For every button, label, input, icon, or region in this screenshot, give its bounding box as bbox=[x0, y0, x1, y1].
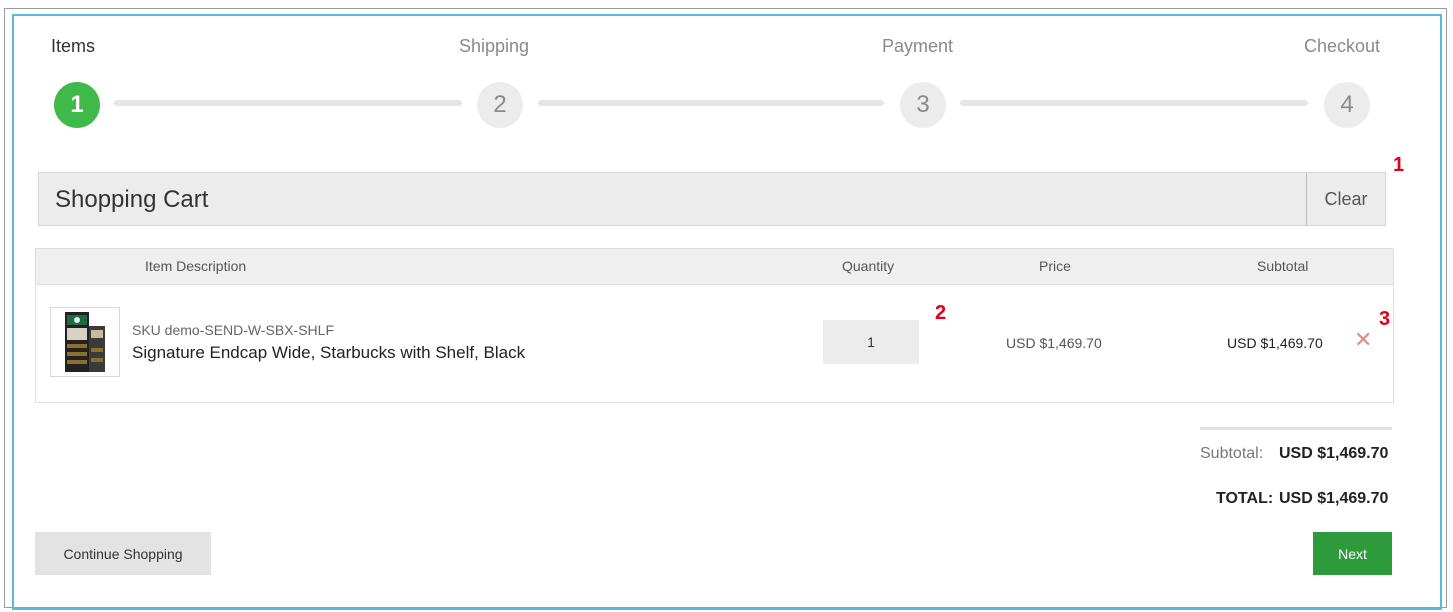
step-circle-checkout[interactable]: 4 bbox=[1324, 82, 1370, 128]
totals-divider bbox=[1200, 427, 1392, 430]
header-quantity: Quantity bbox=[842, 258, 895, 274]
product-thumbnail[interactable] bbox=[50, 307, 120, 377]
step-label-shipping: Shipping bbox=[459, 36, 530, 56]
product-image-icon bbox=[65, 312, 105, 372]
step-circle-items[interactable]: 1 bbox=[54, 82, 100, 128]
table-header-row: Item Description Quantity Price Subtotal bbox=[36, 249, 1393, 285]
clear-cart-button[interactable]: Clear bbox=[1306, 173, 1385, 225]
item-sku: SKU demo-SEND-W-SBX-SHLF bbox=[132, 322, 335, 338]
total-label: TOTAL: bbox=[1216, 490, 1274, 507]
continue-shopping-button[interactable]: Continue Shopping bbox=[35, 532, 211, 575]
subtotal-value: USD $1,469.70 bbox=[1279, 445, 1389, 462]
item-name[interactable]: Signature Endcap Wide, Starbucks with Sh… bbox=[132, 343, 525, 363]
step-connector-1 bbox=[114, 100, 462, 106]
header-price: Price bbox=[1039, 258, 1071, 274]
next-button[interactable]: Next bbox=[1313, 532, 1392, 575]
step-label-payment: Payment bbox=[882, 36, 954, 56]
total-value: USD $1,469.70 bbox=[1279, 490, 1389, 507]
step-connector-3 bbox=[960, 100, 1308, 106]
header-subtotal: Subtotal bbox=[1257, 258, 1309, 274]
item-price: USD $1,469.70 bbox=[1006, 335, 1102, 351]
step-label-items: Items bbox=[51, 36, 96, 56]
close-icon[interactable]: ✕ bbox=[1354, 329, 1372, 351]
step-connector-2 bbox=[538, 100, 884, 106]
cart-table: Item Description Quantity Price Subtotal… bbox=[35, 248, 1394, 403]
quantity-input[interactable] bbox=[823, 320, 919, 364]
header-item-description: Item Description bbox=[145, 258, 247, 274]
item-subtotal: USD $1,469.70 bbox=[1227, 335, 1323, 351]
annotation-marker-1: 1 bbox=[1393, 154, 1405, 176]
step-circle-shipping[interactable]: 2 bbox=[477, 82, 523, 128]
step-label-checkout: Checkout bbox=[1304, 36, 1381, 56]
cart-header: Shopping Cart Clear bbox=[38, 172, 1386, 226]
step-circle-payment[interactable]: 3 bbox=[900, 82, 946, 128]
cart-title: Shopping Cart bbox=[55, 186, 209, 213]
subtotal-label: Subtotal: bbox=[1200, 445, 1264, 462]
